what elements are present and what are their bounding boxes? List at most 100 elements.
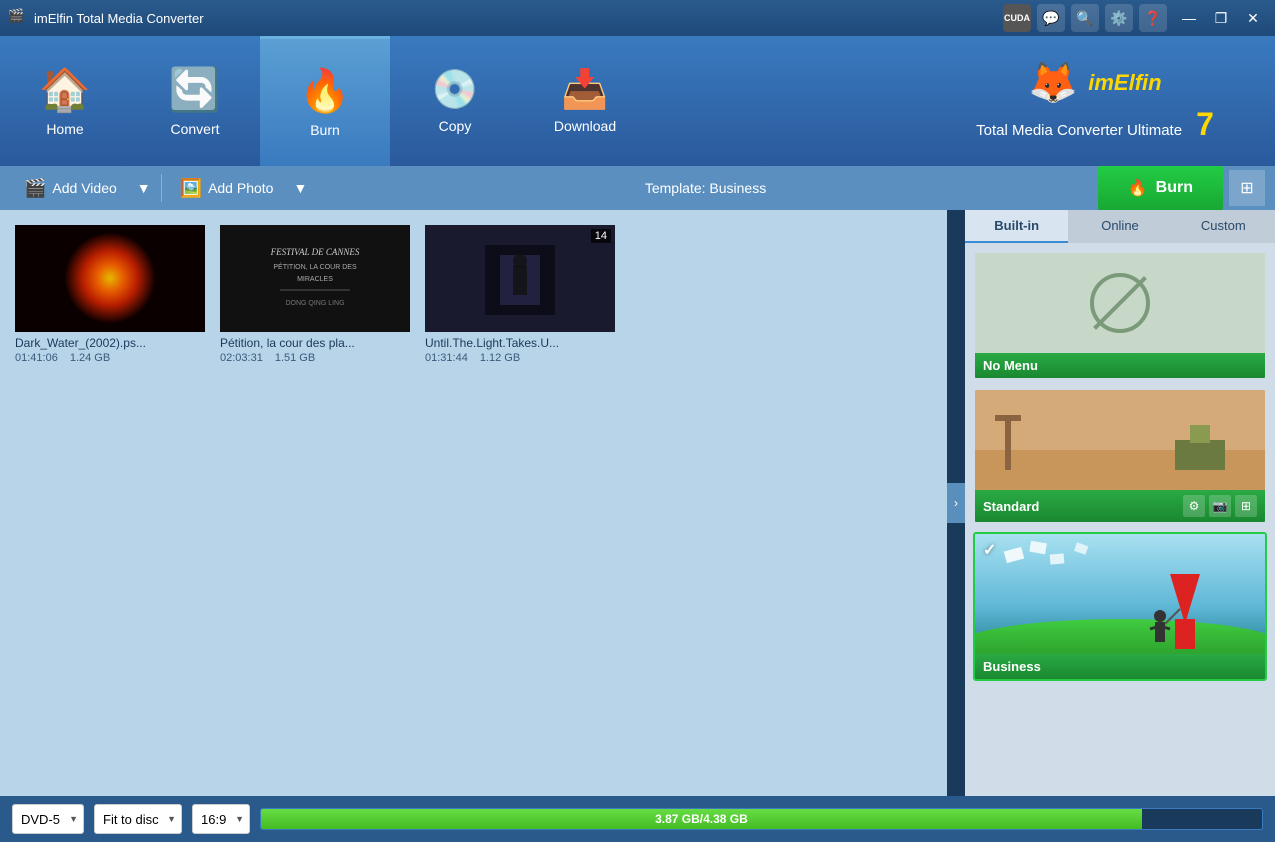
- template-toggle-btn[interactable]: ⚙: [1183, 495, 1205, 517]
- app-title: imElfin Total Media Converter: [34, 11, 1003, 26]
- download-label: Download: [554, 118, 616, 134]
- storage-progress-fill: 3.87 GB/4.38 GB: [261, 809, 1142, 829]
- video-info: Dark_Water_(2002).ps... 01:41:06 1.24 GB: [15, 336, 205, 364]
- tab-builtin-label: Built-in: [994, 218, 1039, 233]
- video-title: Dark_Water_(2002).ps...: [15, 336, 205, 350]
- template-label-bar: No Menu: [975, 353, 1265, 378]
- toolbar-buttons: 🏠 Home 🔄 Convert 🔥 Burn 💿 Copy 📥 Downloa…: [0, 36, 915, 166]
- add-photo-dropdown-button[interactable]: ▼: [287, 166, 313, 210]
- template-thumbnail: [975, 390, 1265, 490]
- toolbar-download-button[interactable]: 📥 Download: [520, 36, 650, 166]
- add-video-button[interactable]: 🎬 Add Video: [10, 166, 131, 210]
- video-info: Pétition, la cour des pla... 02:03:31 1.…: [220, 336, 410, 364]
- right-panel: Built-in Online Custom No Menu: [965, 210, 1275, 796]
- template-thumbnail: [975, 253, 1265, 353]
- video-size: 1.12 GB: [480, 352, 520, 364]
- video-size: 1.51 GB: [275, 352, 315, 364]
- toolbar-burn-button[interactable]: 🔥 Burn: [260, 36, 390, 166]
- video-meta: 02:03:31 1.51 GB: [220, 352, 410, 364]
- video-duration: 01:41:06: [15, 352, 58, 364]
- template-list: No Menu: [965, 243, 1275, 796]
- video-thumbnail: 14: [425, 225, 615, 332]
- burn-action-button[interactable]: 🔥 Burn: [1098, 166, 1223, 210]
- template-thumbnail: ✓: [975, 534, 1265, 654]
- video-item[interactable]: Dark_Water_(2002).ps... 01:41:06 1.24 GB: [15, 225, 205, 364]
- panel-collapse-button[interactable]: ›: [947, 483, 965, 523]
- toolbar-convert-button[interactable]: 🔄 Convert: [130, 36, 260, 166]
- template-item-business[interactable]: ✓ Business: [973, 532, 1267, 681]
- video-info: Until.The.Light.Takes.U... 01:31:44 1.12…: [425, 336, 615, 364]
- aspect-ratio-select[interactable]: 16:9 4:3: [192, 804, 250, 834]
- chevron-right-icon: ›: [954, 496, 958, 510]
- template-label-bar: Standard ⚙ 📷 ⊞: [975, 490, 1265, 522]
- template-name: No Menu: [983, 358, 1038, 373]
- burn-icon: 🔥: [299, 67, 351, 116]
- logo-top: 🦊 imElfin: [1028, 59, 1161, 106]
- cuda-badge: CUDA: [1003, 4, 1031, 32]
- bottom-bar: DVD-5 DVD-9 BD-25 BD-50 Fit to disc Cust…: [0, 796, 1275, 842]
- video-title: Until.The.Light.Takes.U...: [425, 336, 615, 350]
- svg-text:MIRACLES: MIRACLES: [297, 276, 333, 283]
- grid-view-button[interactable]: ⊞: [1229, 170, 1265, 206]
- fit-mode-wrapper: Fit to disc Custom: [94, 804, 182, 834]
- grid-icon: ⊞: [1240, 178, 1253, 198]
- template-item-no-menu[interactable]: No Menu: [973, 251, 1267, 380]
- download-icon: 📥: [561, 68, 608, 112]
- add-video-label: Add Video: [52, 180, 116, 196]
- add-video-dropdown-button[interactable]: ▼: [131, 166, 157, 210]
- copy-icon: 💿: [431, 68, 478, 112]
- help-icon[interactable]: ❓: [1139, 4, 1167, 32]
- add-photo-button[interactable]: 🖼️ Add Photo: [166, 166, 288, 210]
- video-duration: 01:31:44: [425, 352, 468, 364]
- home-icon: 🏠: [39, 66, 91, 115]
- logo-name: imElfin: [1088, 70, 1161, 96]
- video-item[interactable]: 14 Until.The.Light.Takes.U... 01:31:44 1…: [425, 225, 615, 364]
- template-item-standard[interactable]: Standard ⚙ 📷 ⊞: [973, 388, 1267, 524]
- fit-mode-select[interactable]: Fit to disc Custom: [94, 804, 182, 834]
- search-icon[interactable]: 🔍: [1071, 4, 1099, 32]
- restore-button[interactable]: ❐: [1207, 6, 1235, 30]
- video-meta: 01:41:06 1.24 GB: [15, 352, 205, 364]
- burn-btn-label: Burn: [1156, 179, 1193, 197]
- logo-subtitle: Total Media Converter Ultimate: [976, 122, 1182, 139]
- disc-type-select[interactable]: DVD-5 DVD-9 BD-25 BD-50: [12, 804, 84, 834]
- copy-label: Copy: [439, 118, 472, 134]
- template-label-bar: Business: [975, 654, 1265, 679]
- tab-online-label: Online: [1101, 218, 1139, 233]
- chat-icon[interactable]: 💬: [1037, 4, 1065, 32]
- mascot-icon: 🦊: [1028, 59, 1078, 106]
- add-photo-icon: 🖼️: [180, 178, 202, 199]
- toolbar-home-button[interactable]: 🏠 Home: [0, 36, 130, 166]
- video-meta: 01:31:44 1.12 GB: [425, 352, 615, 364]
- disc-type-wrapper: DVD-5 DVD-9 BD-25 BD-50: [12, 804, 84, 834]
- burn-label: Burn: [310, 122, 340, 138]
- add-video-icon: 🎬: [24, 178, 46, 199]
- tab-custom[interactable]: Custom: [1172, 210, 1275, 243]
- template-check-icon: ✓: [983, 540, 996, 560]
- template-name: Business: [983, 659, 1041, 674]
- logo-version: 7: [1196, 106, 1214, 143]
- top-toolbar: 🏠 Home 🔄 Convert 🔥 Burn 💿 Copy 📥 Downloa…: [0, 36, 1275, 166]
- svg-text:DONG QING LING: DONG QING LING: [285, 300, 344, 307]
- title-bar: 🎬 imElfin Total Media Converter CUDA 💬 🔍…: [0, 0, 1275, 36]
- template-controls: ⚙ 📷 ⊞: [1183, 495, 1257, 517]
- template-grid-btn[interactable]: ⊞: [1235, 495, 1257, 517]
- close-button[interactable]: ✕: [1239, 6, 1267, 30]
- template-camera-btn[interactable]: 📷: [1209, 495, 1231, 517]
- settings-icon[interactable]: ⚙️: [1105, 4, 1133, 32]
- convert-label: Convert: [170, 121, 219, 137]
- sub-toolbar: 🎬 Add Video ▼ 🖼️ Add Photo ▼ Template: B…: [0, 166, 1275, 210]
- main-content: Dark_Water_(2002).ps... 01:41:06 1.24 GB…: [0, 210, 1275, 796]
- tab-online[interactable]: Online: [1068, 210, 1171, 243]
- add-photo-label: Add Photo: [208, 180, 273, 196]
- convert-icon: 🔄: [169, 66, 221, 115]
- template-name: Standard: [983, 499, 1039, 514]
- minimize-button[interactable]: —: [1175, 6, 1203, 30]
- storage-progress-label: 3.87 GB/4.38 GB: [655, 812, 748, 826]
- toolbar-copy-button[interactable]: 💿 Copy: [390, 36, 520, 166]
- video-item[interactable]: FESTIVAL DE CANNES PÉTITION, LA COUR DES…: [220, 225, 410, 364]
- video-size: 1.24 GB: [70, 352, 110, 364]
- svg-text:FESTIVAL DE CANNES: FESTIVAL DE CANNES: [270, 247, 360, 257]
- tab-builtin[interactable]: Built-in: [965, 210, 1068, 243]
- panel-tabs: Built-in Online Custom: [965, 210, 1275, 243]
